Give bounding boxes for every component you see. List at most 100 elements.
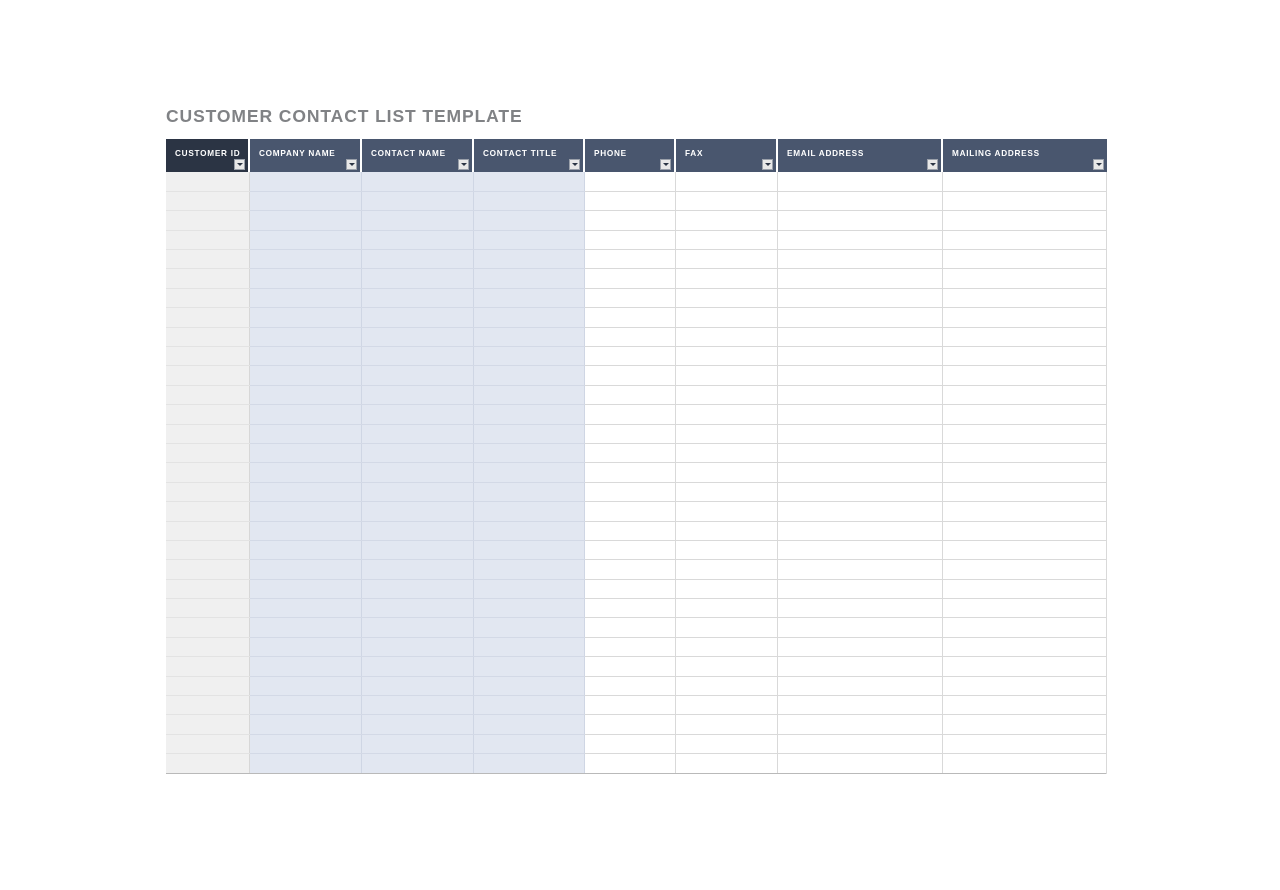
table-cell[interactable]	[584, 191, 676, 212]
table-cell[interactable]	[942, 288, 1107, 309]
filter-dropdown-icon[interactable]	[1093, 159, 1104, 170]
table-cell[interactable]	[361, 521, 474, 541]
table-cell[interactable]	[942, 617, 1107, 638]
table-cell[interactable]	[361, 637, 474, 658]
table-cell[interactable]	[473, 385, 585, 406]
table-cell[interactable]	[249, 656, 362, 677]
table-cell[interactable]	[675, 385, 778, 406]
table-cell[interactable]	[473, 637, 585, 658]
table-cell[interactable]	[584, 288, 676, 309]
table-cell[interactable]	[777, 172, 943, 192]
table-cell[interactable]	[166, 501, 250, 522]
table-cell[interactable]	[942, 753, 1107, 774]
table-cell[interactable]	[249, 210, 362, 231]
table-cell[interactable]	[166, 559, 250, 580]
table-cell[interactable]	[473, 191, 585, 212]
table-cell[interactable]	[166, 327, 250, 348]
table-cell[interactable]	[473, 559, 585, 580]
table-cell[interactable]	[361, 482, 474, 503]
table-cell[interactable]	[361, 617, 474, 638]
table-cell[interactable]	[249, 230, 362, 251]
table-cell[interactable]	[777, 637, 943, 658]
table-cell[interactable]	[249, 346, 362, 367]
table-cell[interactable]	[166, 230, 250, 251]
table-cell[interactable]	[777, 404, 943, 425]
table-cell[interactable]	[473, 249, 585, 270]
table-cell[interactable]	[675, 424, 778, 444]
table-cell[interactable]	[166, 695, 250, 716]
table-cell[interactable]	[675, 579, 778, 600]
table-cell[interactable]	[675, 598, 778, 619]
table-cell[interactable]	[166, 191, 250, 212]
table-cell[interactable]	[777, 443, 943, 464]
table-cell[interactable]	[584, 676, 676, 697]
table-cell[interactable]	[675, 327, 778, 348]
table-cell[interactable]	[249, 617, 362, 638]
table-cell[interactable]	[942, 172, 1107, 192]
filter-dropdown-icon[interactable]	[569, 159, 580, 170]
table-cell[interactable]	[584, 617, 676, 638]
table-cell[interactable]	[675, 462, 778, 483]
table-cell[interactable]	[777, 617, 943, 638]
table-cell[interactable]	[777, 559, 943, 580]
table-cell[interactable]	[473, 714, 585, 735]
table-cell[interactable]	[675, 559, 778, 580]
table-cell[interactable]	[777, 753, 943, 774]
table-cell[interactable]	[942, 249, 1107, 270]
table-cell[interactable]	[942, 521, 1107, 541]
table-cell[interactable]	[777, 579, 943, 600]
table-cell[interactable]	[584, 598, 676, 619]
table-cell[interactable]	[249, 695, 362, 716]
table-cell[interactable]	[361, 327, 474, 348]
table-cell[interactable]	[361, 598, 474, 619]
table-cell[interactable]	[942, 598, 1107, 619]
table-cell[interactable]	[584, 656, 676, 677]
table-cell[interactable]	[584, 501, 676, 522]
table-cell[interactable]	[166, 268, 250, 289]
table-cell[interactable]	[361, 559, 474, 580]
table-cell[interactable]	[584, 753, 676, 774]
table-cell[interactable]	[584, 210, 676, 231]
table-cell[interactable]	[777, 249, 943, 270]
table-cell[interactable]	[777, 365, 943, 386]
table-cell[interactable]	[675, 540, 778, 561]
table-cell[interactable]	[942, 268, 1107, 289]
table-cell[interactable]	[166, 734, 250, 755]
table-cell[interactable]	[166, 210, 250, 231]
table-cell[interactable]	[473, 734, 585, 755]
table-cell[interactable]	[249, 579, 362, 600]
table-cell[interactable]	[473, 501, 585, 522]
table-cell[interactable]	[473, 288, 585, 309]
table-cell[interactable]	[777, 501, 943, 522]
table-cell[interactable]	[777, 540, 943, 561]
table-cell[interactable]	[166, 579, 250, 600]
table-cell[interactable]	[361, 268, 474, 289]
table-cell[interactable]	[942, 540, 1107, 561]
table-cell[interactable]	[777, 288, 943, 309]
table-cell[interactable]	[249, 288, 362, 309]
table-cell[interactable]	[584, 695, 676, 716]
table-cell[interactable]	[584, 579, 676, 600]
table-cell[interactable]	[584, 346, 676, 367]
table-cell[interactable]	[361, 753, 474, 774]
table-cell[interactable]	[777, 462, 943, 483]
table-cell[interactable]	[584, 249, 676, 270]
table-cell[interactable]	[675, 268, 778, 289]
table-cell[interactable]	[942, 559, 1107, 580]
table-cell[interactable]	[942, 695, 1107, 716]
table-cell[interactable]	[249, 637, 362, 658]
table-cell[interactable]	[942, 230, 1107, 251]
table-cell[interactable]	[249, 540, 362, 561]
table-cell[interactable]	[473, 462, 585, 483]
table-cell[interactable]	[473, 230, 585, 251]
table-cell[interactable]	[166, 307, 250, 328]
table-cell[interactable]	[361, 462, 474, 483]
table-cell[interactable]	[584, 268, 676, 289]
table-cell[interactable]	[249, 404, 362, 425]
table-cell[interactable]	[942, 424, 1107, 444]
table-cell[interactable]	[675, 617, 778, 638]
table-cell[interactable]	[166, 521, 250, 541]
table-cell[interactable]	[249, 501, 362, 522]
table-cell[interactable]	[584, 559, 676, 580]
table-cell[interactable]	[584, 443, 676, 464]
